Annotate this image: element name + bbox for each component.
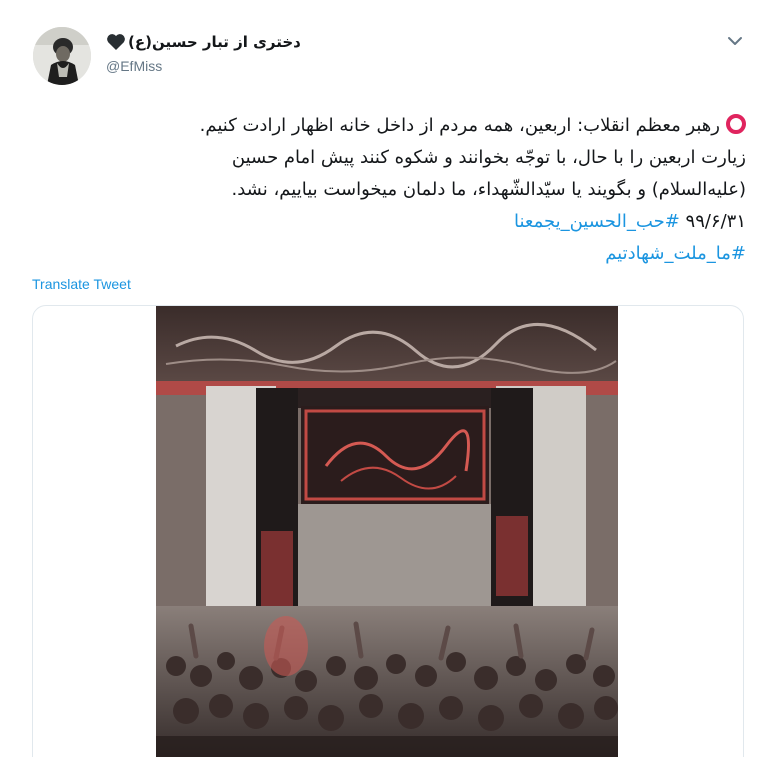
hashtag-link[interactable]: #حب_الحسین_یجمعنا	[514, 211, 680, 232]
tweet-text-line: رهبر معظم انقلاب: اربعین، همه مردم از دا…	[199, 115, 720, 136]
tweet-line-1: رهبر معظم انقلاب: اربعین، همه مردم از دا…	[40, 110, 746, 142]
media-card[interactable]	[32, 305, 744, 757]
heart-icon	[107, 34, 125, 50]
author-block: دختری از تبار حسین(ع) @EfMiss	[106, 33, 301, 74]
chevron-down-icon[interactable]	[726, 35, 744, 47]
author-handle[interactable]: @EfMiss	[106, 58, 301, 74]
hashtag-link[interactable]: #ما_ملت_شهادتیم	[605, 243, 746, 264]
tweet-line-2: زیارت اربعین را با حال، با توجّه بخوانند…	[231, 147, 746, 168]
tweet-card: دختری از تبار حسین(ع) @EfMiss رهبر معظم …	[0, 0, 773, 757]
tweet-line-4: ۹۹/۶/۳۱ #حب_الحسین_یجمعنا	[40, 206, 746, 238]
translate-tweet-link[interactable]: Translate Tweet	[32, 276, 131, 292]
date-text: ۹۹/۶/۳۱	[685, 211, 746, 232]
tweet-line-3: (علیه‌السلام) و بگویند یا سیّدالشّهداء، …	[231, 179, 746, 200]
author-name-row: دختری از تبار حسین(ع)	[106, 33, 301, 51]
red-circle-icon	[726, 114, 746, 134]
tweet-line-5: #ما_ملت_شهادتیم	[40, 238, 746, 270]
tweet-text: رهبر معظم انقلاب: اربعین، همه مردم از دا…	[40, 110, 746, 270]
tweet-photo[interactable]	[156, 306, 618, 757]
avatar[interactable]	[33, 27, 91, 85]
author-display-name[interactable]: دختری از تبار حسین(ع)	[128, 33, 301, 51]
